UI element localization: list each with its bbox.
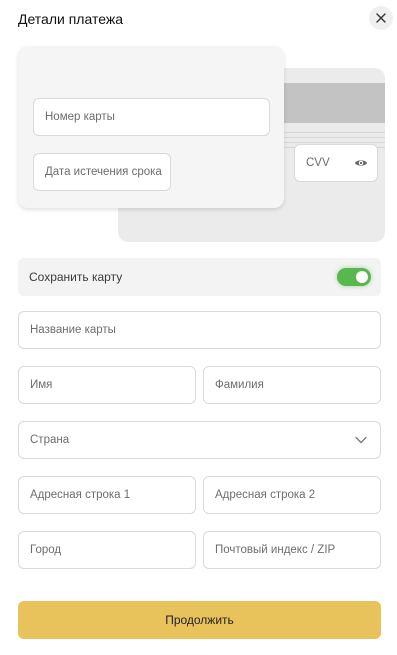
card-name-field[interactable]: Название карты bbox=[18, 311, 381, 349]
save-card-label: Сохранить карту bbox=[29, 270, 123, 284]
save-card-row: Сохранить карту bbox=[18, 258, 381, 296]
zip-placeholder: Почтовый индекс / ZIP bbox=[215, 544, 336, 556]
signature-line bbox=[284, 142, 385, 143]
card-number-placeholder: Номер карты bbox=[45, 111, 115, 123]
magnetic-stripe bbox=[284, 83, 385, 123]
save-card-toggle[interactable] bbox=[337, 268, 371, 286]
address-line-2-placeholder: Адресная строка 2 bbox=[215, 489, 316, 501]
signature-line bbox=[284, 137, 385, 138]
country-placeholder: Страна bbox=[30, 434, 70, 446]
first-name-placeholder: Имя bbox=[30, 379, 53, 391]
city-field[interactable]: Город bbox=[18, 531, 196, 569]
eye-icon[interactable] bbox=[354, 156, 368, 170]
toggle-knob bbox=[356, 271, 368, 283]
last-name-field[interactable]: Фамилия bbox=[203, 366, 381, 404]
address-line-2-field[interactable]: Адресная строка 2 bbox=[203, 476, 381, 514]
expiry-date-field[interactable]: Дата истечения срока bbox=[33, 153, 171, 191]
close-icon bbox=[376, 13, 386, 23]
first-name-field[interactable]: Имя bbox=[18, 366, 196, 404]
chevron-down-icon bbox=[355, 436, 367, 444]
country-select[interactable]: Страна bbox=[18, 421, 381, 459]
address-line-1-field[interactable]: Адресная строка 1 bbox=[18, 476, 196, 514]
card-name-placeholder: Название карты bbox=[30, 324, 116, 336]
address-line-1-placeholder: Адресная строка 1 bbox=[30, 489, 131, 501]
signature-line bbox=[284, 132, 385, 133]
zip-field[interactable]: Почтовый индекс / ZIP bbox=[203, 531, 381, 569]
page-title: Детали платежа bbox=[18, 11, 123, 27]
cvv-placeholder: CVV bbox=[306, 157, 330, 169]
last-name-placeholder: Фамилия bbox=[215, 379, 264, 391]
city-placeholder: Город bbox=[30, 544, 62, 556]
cvv-field[interactable]: CVV bbox=[294, 144, 378, 182]
continue-button[interactable]: Продолжить bbox=[18, 601, 381, 639]
card-front: Номер карты Дата истечения срока bbox=[18, 46, 284, 208]
card-number-field[interactable]: Номер карты bbox=[33, 98, 270, 136]
expiry-date-placeholder: Дата истечения срока bbox=[45, 166, 162, 178]
close-button[interactable] bbox=[369, 6, 393, 30]
